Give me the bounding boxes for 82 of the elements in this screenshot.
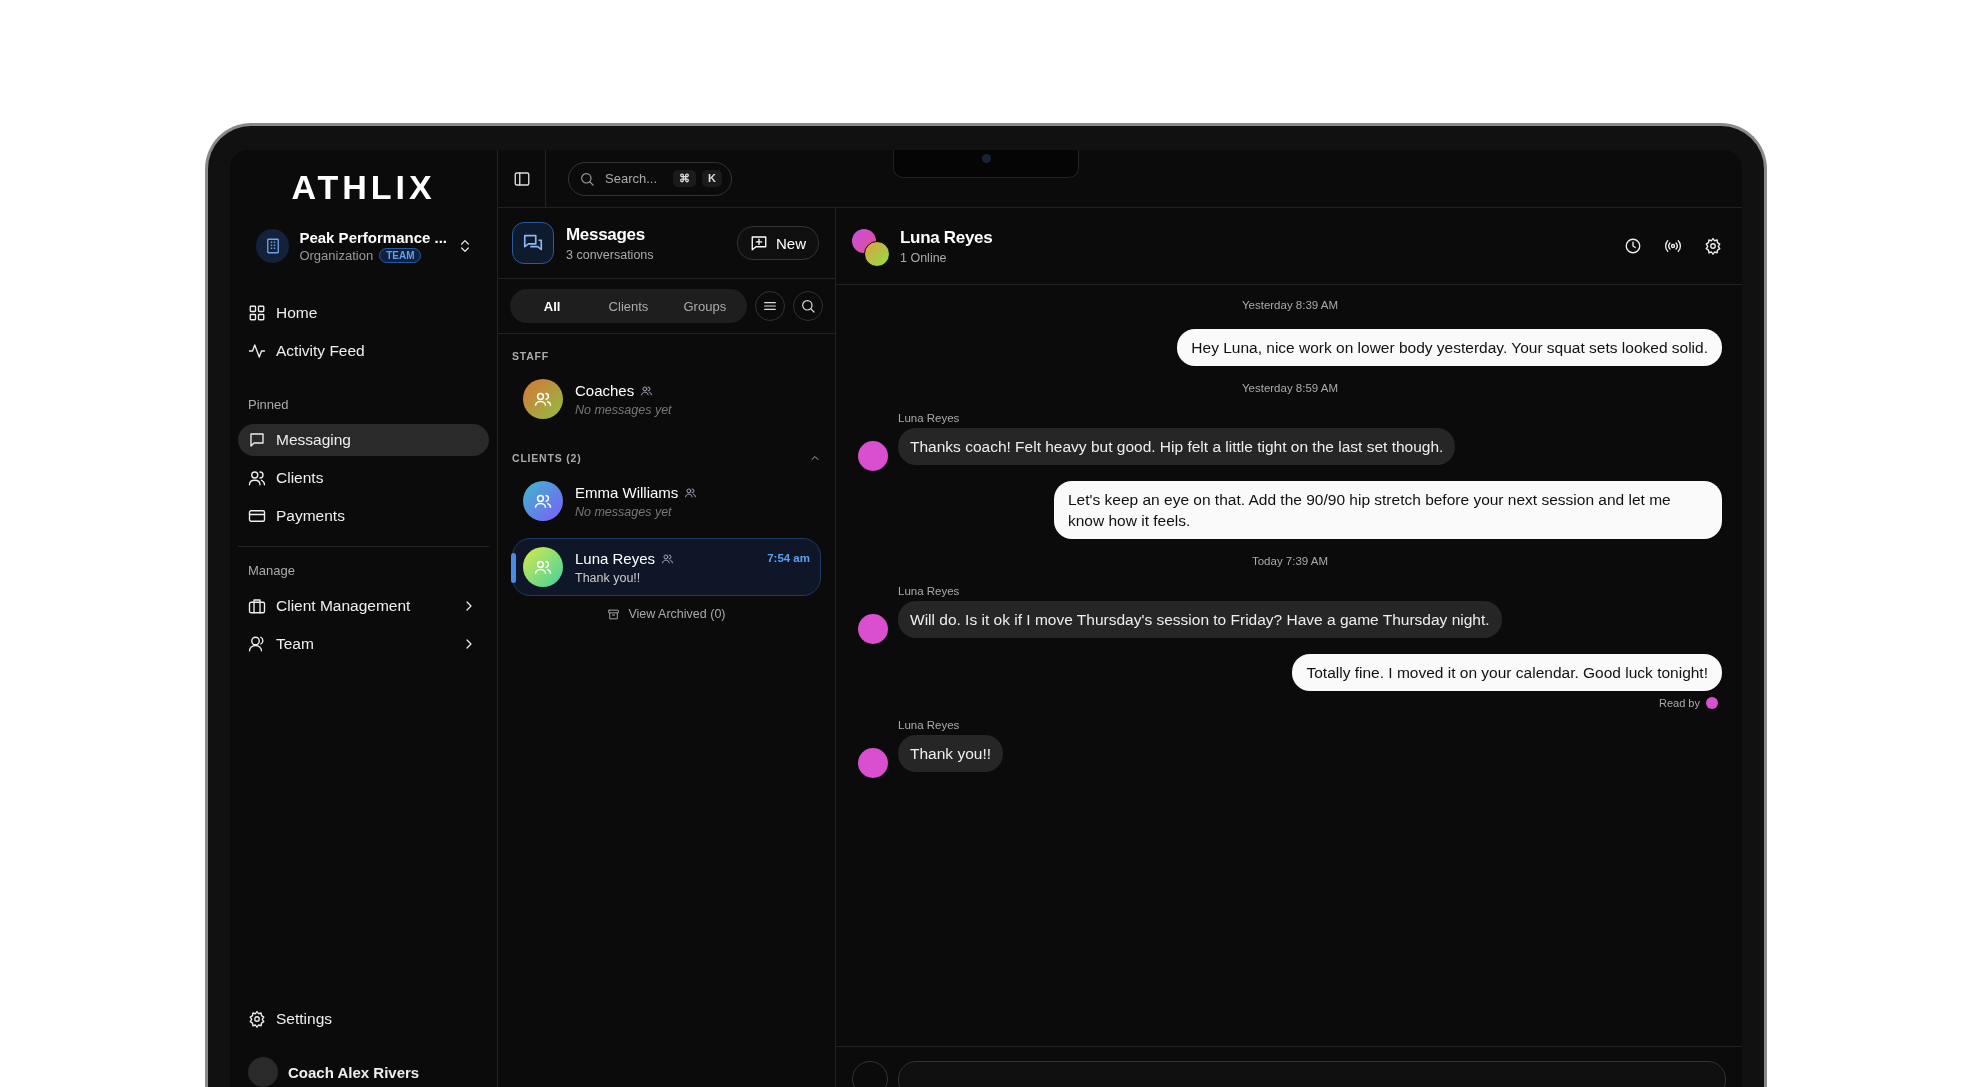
organization-type: Organization xyxy=(299,248,374,263)
settings-link[interactable]: Settings xyxy=(248,1003,479,1035)
sender-name: Luna Reyes xyxy=(898,412,961,424)
view-archived-link[interactable]: View Archived (0) xyxy=(601,606,732,622)
conversation-item[interactable]: Luna Reyes 7:54 am Thank you!! xyxy=(512,538,821,596)
briefcase-icon xyxy=(248,597,266,615)
conversation-name: Coaches xyxy=(575,381,635,399)
group-avatar xyxy=(523,481,563,521)
clock-icon xyxy=(1624,237,1642,255)
section-heading: CLIENTS (2) xyxy=(512,452,583,464)
group-icon xyxy=(640,383,654,397)
shortcut-key: K xyxy=(702,169,722,187)
settings-button[interactable] xyxy=(1704,237,1722,255)
group-icon xyxy=(661,551,675,565)
incoming-message: Will do. Is it ok if I move Thursday's session to Friday? Have a game Thursday night. xyxy=(898,601,1502,638)
outgoing-message: Let's keep an eye on that. Add the 90/90 hip stretch before your next session and let me know how it feels. xyxy=(1054,481,1722,539)
broadcast-button[interactable] xyxy=(1664,237,1682,255)
sidebar-icon xyxy=(512,169,531,188)
nav-item[interactable]: Clients xyxy=(238,462,489,494)
settings-icon xyxy=(1704,237,1722,255)
new-message-icon xyxy=(750,234,768,252)
users-icon xyxy=(248,469,266,487)
nav-section-heading: Pinned xyxy=(247,397,290,414)
chat-bubble-icon xyxy=(248,431,266,449)
avatar-stack xyxy=(852,229,888,263)
shortcut-key: ⌘ xyxy=(673,169,697,187)
card-icon xyxy=(248,507,266,525)
history-button[interactable] xyxy=(1624,237,1642,255)
timestamp: Today 7:39 AM xyxy=(1251,555,1329,567)
sender-name: Luna Reyes xyxy=(898,585,961,597)
nav-section-heading: Manage xyxy=(247,563,296,580)
grid-icon xyxy=(248,304,266,322)
logo: ATHLIX xyxy=(291,168,436,207)
chats-icon xyxy=(512,222,554,264)
user-avatar xyxy=(248,1057,278,1087)
nav-item[interactable]: Activity Feed xyxy=(238,335,489,367)
message-preview: No messages yet xyxy=(575,402,673,417)
group-icon xyxy=(684,485,698,499)
nav-item[interactable]: Client Management xyxy=(238,590,489,622)
filter-tab[interactable]: All xyxy=(514,292,591,320)
conversation-item[interactable]: Coaches No messages yet xyxy=(512,370,821,428)
filter-tab[interactable]: Groups xyxy=(666,292,743,320)
conversation-count: 3 conversations xyxy=(566,247,655,262)
pulse-icon xyxy=(248,342,266,360)
message-preview: No messages yet xyxy=(575,504,673,519)
selection-bar xyxy=(511,553,516,583)
building-icon xyxy=(256,229,290,263)
online-status: 1 Online xyxy=(900,250,948,265)
sender-name: Luna Reyes xyxy=(898,719,961,731)
users-icon xyxy=(248,635,266,653)
group-avatar xyxy=(523,547,563,587)
nav-item[interactable]: Messaging xyxy=(238,424,489,456)
conversation-time: 7:54 am xyxy=(767,552,810,564)
conversation-name: Luna Reyes xyxy=(575,549,656,567)
conversation-item[interactable]: Emma Williams No messages yet xyxy=(512,472,821,530)
nav-item[interactable]: Team xyxy=(238,628,489,660)
nav-item[interactable]: Payments xyxy=(238,500,489,532)
organization-name: Peak Performance ... xyxy=(299,229,447,246)
user-name: Coach Alex Rivers xyxy=(288,1063,420,1081)
incoming-message: Thanks coach! Felt heavy but good. Hip felt a little tight on the last set though. xyxy=(898,428,1456,465)
new-button[interactable]: New xyxy=(737,226,819,260)
timestamp: Yesterday 8:59 AM xyxy=(1241,382,1339,394)
archive-icon xyxy=(607,607,621,621)
incoming-message: Thank you!! xyxy=(898,735,1003,772)
message-preview: Thank you!! xyxy=(575,570,642,585)
outgoing-message: Hey Luna, nice work on lower body yesterday. Your squat sets looked solid. xyxy=(1177,329,1722,366)
settings-icon xyxy=(248,1010,266,1028)
chat-title: Luna Reyes xyxy=(900,227,994,248)
search-icon xyxy=(579,170,595,187)
read-receipt: Read by xyxy=(1659,697,1700,709)
conversation-name: Emma Williams xyxy=(575,483,679,501)
broadcast-icon xyxy=(1664,237,1682,255)
search-icon xyxy=(800,298,816,314)
timestamp: Yesterday 8:39 AM xyxy=(1241,299,1339,311)
organization-switcher[interactable]: Peak Performance ... Organization TEAM xyxy=(238,223,489,269)
panel-title: Messages xyxy=(566,224,646,245)
section-heading: STAFF xyxy=(512,350,551,362)
group-avatar xyxy=(523,379,563,419)
team-badge: TEAM xyxy=(379,248,422,263)
filter-tab[interactable]: Clients xyxy=(590,292,667,320)
nav-item[interactable]: Home xyxy=(238,297,489,329)
outgoing-message: Totally fine. I moved it on your calendar. Good luck tonight! xyxy=(1292,654,1722,691)
